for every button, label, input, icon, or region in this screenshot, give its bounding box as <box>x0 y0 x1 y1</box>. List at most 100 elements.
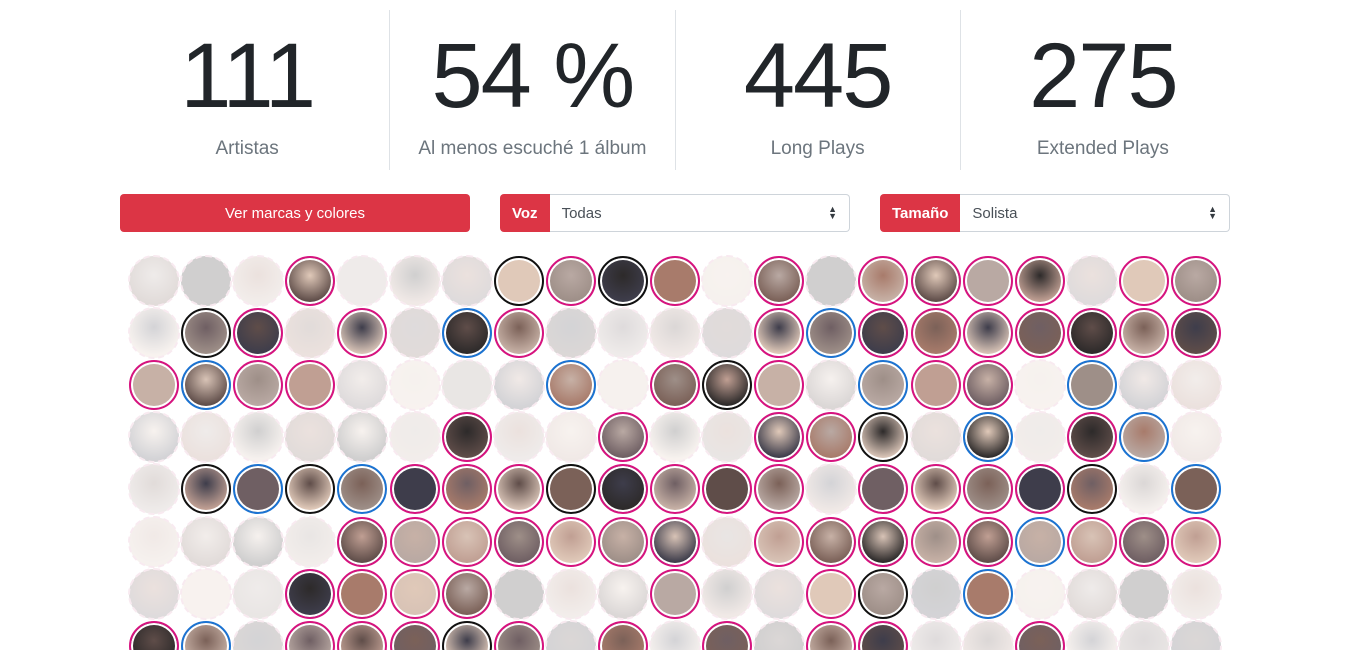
artist-avatar[interactable] <box>336 411 388 463</box>
artist-avatar[interactable] <box>232 568 284 620</box>
artist-avatar[interactable] <box>858 308 908 358</box>
artist-avatar[interactable] <box>649 307 701 359</box>
tamano-select[interactable]: Solista ▲ ▼ <box>960 194 1230 232</box>
artist-avatar[interactable] <box>181 464 231 514</box>
artist-avatar[interactable] <box>389 307 441 359</box>
artist-avatar[interactable] <box>701 255 753 307</box>
artist-avatar[interactable] <box>701 307 753 359</box>
artist-avatar[interactable] <box>806 569 856 619</box>
artist-avatar[interactable] <box>911 517 961 567</box>
artist-avatar[interactable] <box>545 568 597 620</box>
artist-avatar[interactable] <box>650 517 700 567</box>
artist-avatar[interactable] <box>1067 412 1117 462</box>
artist-avatar[interactable] <box>754 256 804 306</box>
artist-avatar[interactable] <box>389 359 441 411</box>
artist-avatar[interactable] <box>650 360 700 410</box>
artist-avatar[interactable] <box>962 620 1014 650</box>
artist-avatar[interactable] <box>390 621 440 650</box>
artist-avatar[interactable] <box>494 256 544 306</box>
artist-avatar[interactable] <box>910 620 962 650</box>
artist-avatar[interactable] <box>910 568 962 620</box>
artist-avatar[interactable] <box>493 411 545 463</box>
brands-colors-button[interactable]: Ver marcas y colores <box>120 194 470 232</box>
artist-avatar[interactable] <box>911 256 961 306</box>
artist-avatar[interactable] <box>1015 464 1065 514</box>
artist-avatar[interactable] <box>546 360 596 410</box>
voz-select[interactable]: Todas ▲ ▼ <box>549 194 850 232</box>
artist-avatar[interactable] <box>442 412 492 462</box>
artist-avatar[interactable] <box>858 517 908 567</box>
artist-avatar[interactable] <box>494 464 544 514</box>
artist-avatar[interactable] <box>545 411 597 463</box>
artist-avatar[interactable] <box>441 255 493 307</box>
artist-avatar[interactable] <box>129 360 179 410</box>
artist-avatar[interactable] <box>285 569 335 619</box>
artist-avatar[interactable] <box>337 464 387 514</box>
artist-avatar[interactable] <box>702 360 752 410</box>
artist-avatar[interactable] <box>1171 308 1221 358</box>
artist-avatar[interactable] <box>650 256 700 306</box>
artist-avatar[interactable] <box>181 360 231 410</box>
artist-avatar[interactable] <box>1015 256 1065 306</box>
artist-avatar[interactable] <box>232 516 284 568</box>
artist-avatar[interactable] <box>128 463 180 515</box>
artist-avatar[interactable] <box>963 569 1013 619</box>
artist-avatar[interactable] <box>546 517 596 567</box>
artist-avatar[interactable] <box>1067 360 1117 410</box>
artist-avatar[interactable] <box>336 255 388 307</box>
artist-avatar[interactable] <box>701 411 753 463</box>
artist-avatar[interactable] <box>493 359 545 411</box>
artist-avatar[interactable] <box>336 359 388 411</box>
artist-avatar[interactable] <box>806 517 856 567</box>
artist-avatar[interactable] <box>963 360 1013 410</box>
artist-avatar[interactable] <box>1170 359 1222 411</box>
artist-avatar[interactable] <box>1015 517 1065 567</box>
artist-avatar[interactable] <box>597 568 649 620</box>
artist-avatar[interactable] <box>805 255 857 307</box>
artist-avatar[interactable] <box>232 255 284 307</box>
artist-avatar[interactable] <box>754 517 804 567</box>
artist-avatar[interactable] <box>233 464 283 514</box>
artist-avatar[interactable] <box>128 307 180 359</box>
artist-avatar[interactable] <box>546 464 596 514</box>
artist-avatar[interactable] <box>337 517 387 567</box>
artist-avatar[interactable] <box>1118 568 1170 620</box>
artist-avatar[interactable] <box>442 621 492 650</box>
artist-avatar[interactable] <box>1066 255 1118 307</box>
artist-avatar[interactable] <box>701 568 753 620</box>
artist-avatar[interactable] <box>649 411 701 463</box>
artist-avatar[interactable] <box>1066 568 1118 620</box>
artist-avatar[interactable] <box>129 621 179 650</box>
artist-avatar[interactable] <box>442 569 492 619</box>
artist-avatar[interactable] <box>1014 568 1066 620</box>
artist-avatar[interactable] <box>545 620 597 650</box>
artist-avatar[interactable] <box>1014 411 1066 463</box>
artist-avatar[interactable] <box>546 256 596 306</box>
artist-avatar[interactable] <box>232 411 284 463</box>
artist-avatar[interactable] <box>858 360 908 410</box>
artist-avatar[interactable] <box>337 569 387 619</box>
artist-avatar[interactable] <box>180 568 232 620</box>
artist-avatar[interactable] <box>754 464 804 514</box>
artist-avatar[interactable] <box>598 464 648 514</box>
artist-avatar[interactable] <box>963 256 1013 306</box>
artist-avatar[interactable] <box>598 256 648 306</box>
artist-avatar[interactable] <box>963 308 1013 358</box>
artist-avatar[interactable] <box>598 621 648 650</box>
artist-avatar[interactable] <box>1119 256 1169 306</box>
artist-avatar[interactable] <box>1015 308 1065 358</box>
artist-avatar[interactable] <box>284 516 336 568</box>
artist-avatar[interactable] <box>337 308 387 358</box>
artist-avatar[interactable] <box>128 411 180 463</box>
artist-avatar[interactable] <box>702 464 752 514</box>
artist-avatar[interactable] <box>754 412 804 462</box>
artist-avatar[interactable] <box>545 307 597 359</box>
artist-avatar[interactable] <box>1170 411 1222 463</box>
artist-avatar[interactable] <box>1067 517 1117 567</box>
artist-avatar[interactable] <box>858 621 908 650</box>
artist-avatar[interactable] <box>180 411 232 463</box>
artist-avatar[interactable] <box>1171 256 1221 306</box>
artist-avatar[interactable] <box>232 620 284 650</box>
artist-avatar[interactable] <box>754 360 804 410</box>
artist-avatar[interactable] <box>390 569 440 619</box>
